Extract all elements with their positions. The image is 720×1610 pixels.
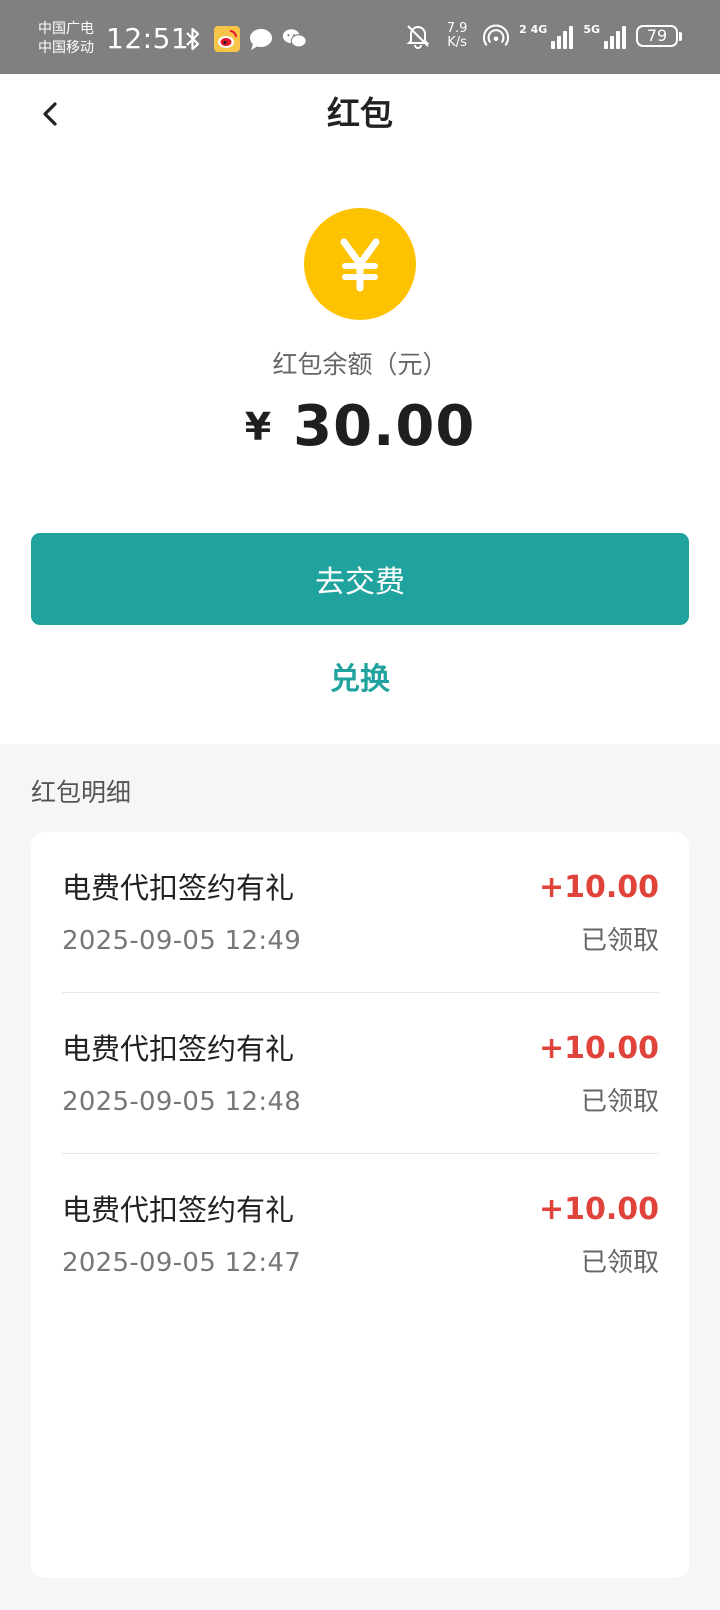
record-time: 2025-09-05 12:47 xyxy=(62,1248,302,1278)
sim2-signal: 5G xyxy=(583,23,626,49)
status-bar: 中国广电 中国移动 12:51 7.9 K/s 2 4G 5G 79 xyxy=(0,0,720,74)
record-name: 电费代扣签约有礼 xyxy=(62,1032,295,1066)
detail-list: 电费代扣签约有礼 +10.00 2025-09-05 12:49 已领取 电费代… xyxy=(31,832,689,1578)
notification-icons xyxy=(180,26,308,52)
record-time: 2025-09-05 12:48 xyxy=(62,1087,302,1117)
hotspot-icon xyxy=(483,23,510,49)
carrier-info: 中国广电 中国移动 xyxy=(38,20,94,58)
record-time: 2025-09-05 12:49 xyxy=(62,926,302,956)
nav-bar: 红包 xyxy=(0,74,720,154)
system-icons: 7.9 K/s 2 4G 5G 79 xyxy=(405,22,682,50)
record-amount: +10.00 xyxy=(538,870,659,905)
currency-symbol: ¥ xyxy=(244,404,272,449)
battery-indicator: 79 xyxy=(636,25,682,47)
record-status: 已领取 xyxy=(580,1248,659,1278)
list-item[interactable]: 电费代扣签约有礼 +10.00 2025-09-05 12:47 已领取 xyxy=(62,1154,659,1314)
detail-section-title: 红包明细 xyxy=(31,778,132,807)
bell-off-icon xyxy=(405,23,431,49)
record-status: 已领取 xyxy=(580,1087,659,1117)
record-name: 电费代扣签约有礼 xyxy=(62,871,295,905)
balance-amount: ¥30.00 xyxy=(0,394,720,459)
sim1-signal: 2 4G xyxy=(519,23,574,49)
record-amount: +10.00 xyxy=(538,1031,659,1066)
record-amount: +10.00 xyxy=(538,1192,659,1227)
battery-level: 79 xyxy=(636,25,678,47)
pay-button[interactable]: 去交费 xyxy=(31,533,689,625)
list-item[interactable]: 电费代扣签约有礼 +10.00 2025-09-05 12:48 已领取 xyxy=(62,993,659,1153)
carrier-1: 中国广电 xyxy=(38,21,94,37)
page-title: 红包 xyxy=(327,94,393,133)
message-icon xyxy=(248,26,274,52)
status-time: 12:51 xyxy=(106,22,190,55)
wechat-icon xyxy=(282,26,308,52)
record-status: 已领取 xyxy=(580,926,659,956)
list-item[interactable]: 电费代扣签约有礼 +10.00 2025-09-05 12:49 已领取 xyxy=(62,832,659,992)
exchange-link[interactable]: 兑换 xyxy=(0,660,720,700)
balance-value: 30.00 xyxy=(293,394,476,459)
record-name: 电费代扣签约有礼 xyxy=(62,1193,295,1227)
bluetooth-icon xyxy=(180,26,206,52)
yuan-coin-icon xyxy=(304,208,416,320)
net-speed: 7.9 K/s xyxy=(446,21,468,50)
balance-label: 红包余额（元） xyxy=(272,350,448,379)
weibo-icon xyxy=(214,26,240,52)
carrier-2: 中国移动 xyxy=(38,40,94,56)
balance-panel: 红包 红包余额（元） ¥30.00 去交费 兑换 xyxy=(0,74,720,744)
